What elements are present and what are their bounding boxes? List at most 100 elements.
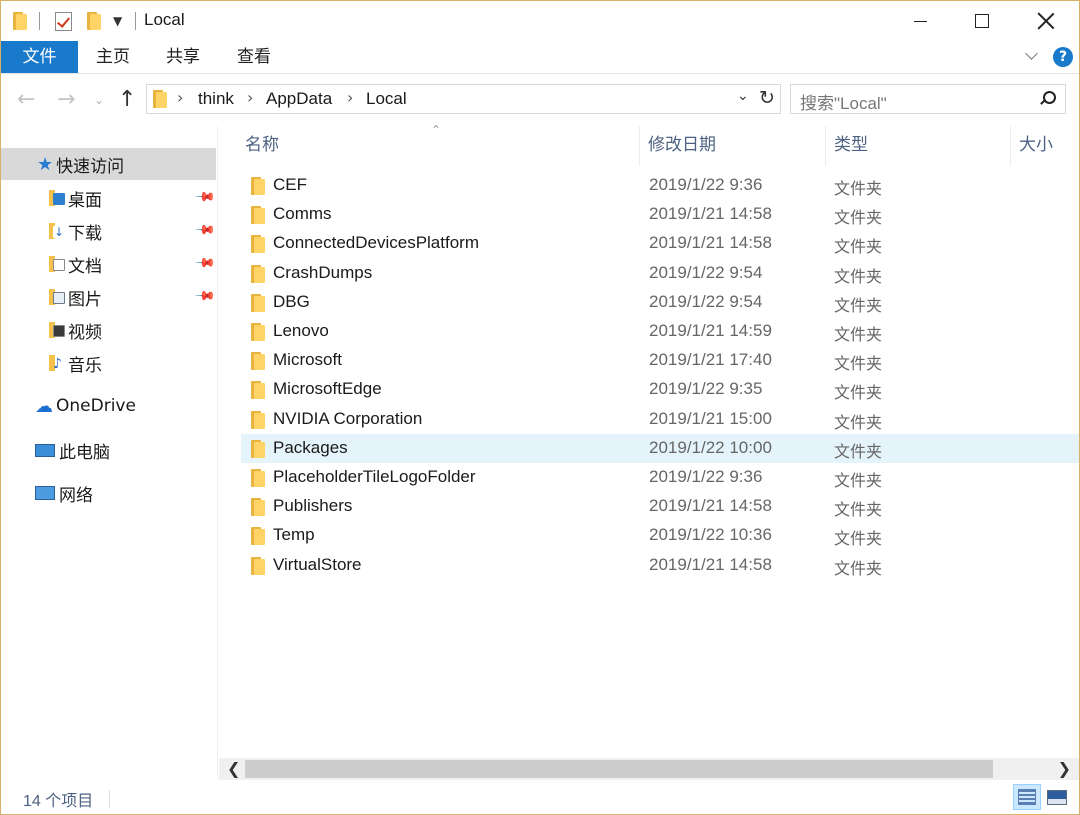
nav-onedrive[interactable]: ☁ OneDrive [1, 390, 216, 422]
table-row[interactable]: PlaceholderTileLogoFolder 2019/1/22 9:36 文… [241, 463, 1079, 492]
breadcrumb-local[interactable]: Local [366, 89, 407, 109]
table-row[interactable]: Microsoft 2019/1/21 17:40 文件夹 [241, 346, 1079, 375]
file-date: 2019/1/22 9:35 [649, 379, 763, 399]
scroll-left-icon[interactable]: ❮ [227, 759, 240, 778]
pin-icon[interactable]: 📌 [194, 186, 216, 208]
address-row: ← → ⌄ ↑ › think › AppData › Local ⌄ ↻ 搜索… [1, 75, 1079, 125]
folder-icon [251, 293, 265, 312]
file-list: ⌃ 名称 修改日期 类型 大小 CEF 2019/1/22 9:36 文件夹 Comm… [219, 123, 1079, 758]
nav-item-desktop[interactable]: 桌面 📌 [1, 182, 216, 214]
folder-icon [251, 527, 265, 546]
file-type: 文件夹 [834, 471, 883, 490]
star-icon: ★ [37, 153, 54, 175]
table-row[interactable]: Packages 2019/1/22 10:00 文件夹 [241, 433, 1079, 463]
breadcrumb-separator-icon[interactable]: › [247, 88, 253, 107]
title-bar: ▼ Local [1, 1, 1079, 41]
address-folder-icon [153, 90, 167, 113]
search-icon[interactable] [1039, 91, 1056, 107]
file-explorer-window: ▼ Local 文件 主页 共享 查看 ? ← → ⌄ ↑ › think › … [0, 0, 1080, 815]
file-name: VirtualStore [273, 554, 362, 574]
table-row[interactable]: VirtualStore 2019/1/21 14:58 文件夹 [241, 551, 1079, 580]
table-row[interactable]: Publishers 2019/1/21 14:58 文件夹 [241, 492, 1079, 521]
recent-locations-chevron-icon[interactable]: ⌄ [94, 93, 104, 107]
folder-icon [251, 206, 265, 225]
pin-icon[interactable]: 📌 [194, 219, 216, 241]
file-date: 2019/1/21 17:40 [649, 350, 772, 370]
table-row[interactable]: MicrosoftEdge 2019/1/22 9:35 文件夹 [241, 375, 1079, 404]
nav-item-downloads[interactable]: ↓ 下载 📌 [1, 215, 216, 247]
maximize-button[interactable] [951, 1, 1013, 41]
nav-this-pc[interactable]: 此电脑 [1, 434, 216, 466]
file-type: 文件夹 [834, 295, 883, 315]
table-row[interactable]: NVIDIA Corporation 2019/1/21 15:00 文件夹 [241, 405, 1079, 434]
refresh-icon[interactable]: ↻ [759, 87, 775, 109]
folder-icon [251, 235, 265, 254]
breadcrumb-separator-icon[interactable]: › [347, 88, 353, 107]
new-folder-icon[interactable] [87, 10, 101, 32]
breadcrumb-separator-icon[interactable]: › [177, 88, 183, 107]
close-button[interactable] [1015, 1, 1077, 41]
nav-quick-access[interactable]: ★ 快速访问 [1, 148, 216, 180]
forward-arrow-icon[interactable]: → [57, 87, 75, 112]
table-row[interactable]: DBG 2019/1/22 9:54 文件夹 [241, 288, 1079, 317]
file-name: DBG [273, 291, 310, 311]
pin-icon[interactable]: 📌 [194, 252, 216, 274]
title-separator [39, 10, 40, 32]
table-row[interactable]: Lenovo 2019/1/21 14:59 文件夹 [241, 317, 1079, 346]
file-name: NVIDIA Corporation [273, 408, 423, 428]
table-row[interactable]: ConnectedDevicesPlatform 2019/1/21 14:58 文… [241, 229, 1079, 258]
large-icons-view-button[interactable] [1043, 784, 1071, 810]
address-history-chevron-icon[interactable]: ⌄ [737, 88, 749, 104]
documents-icon [49, 256, 65, 272]
column-header-name[interactable]: 名称 [237, 126, 640, 166]
scroll-right-icon[interactable]: ❯ [1058, 759, 1071, 778]
horizontal-scrollbar[interactable]: ❮ ❯ [219, 758, 1079, 780]
column-header-type[interactable]: 类型 [826, 126, 1011, 166]
file-type: 文件夹 [834, 441, 883, 461]
scrollbar-thumb[interactable] [245, 760, 993, 778]
table-row[interactable]: CEF 2019/1/22 9:36 文件夹 [241, 171, 1079, 200]
pictures-icon [49, 289, 65, 305]
nav-label: OneDrive [56, 396, 136, 416]
customize-toolbar-icon[interactable]: ▼ [113, 10, 122, 32]
nav-item-pictures[interactable]: 图片 📌 [1, 281, 216, 313]
tab-home[interactable]: 主页 [79, 41, 147, 73]
back-arrow-icon[interactable]: ← [17, 87, 35, 112]
nav-network[interactable]: 网络 [1, 477, 216, 509]
minimize-button[interactable] [889, 1, 951, 41]
folder-icon [13, 10, 27, 32]
table-row[interactable]: Temp 2019/1/22 10:36 文件夹 [241, 521, 1079, 550]
window-title: Local [144, 10, 185, 29]
column-header-date[interactable]: 修改日期 [640, 126, 826, 166]
table-row[interactable]: Comms 2019/1/21 14:58 文件夹 [241, 200, 1079, 229]
up-arrow-icon[interactable]: ↑ [118, 87, 136, 112]
tab-file[interactable]: 文件 [1, 41, 78, 73]
file-date: 2019/1/22 9:54 [649, 291, 763, 311]
minimize-icon [913, 20, 927, 22]
breadcrumb-appdata[interactable]: AppData [266, 89, 332, 109]
nav-item-music[interactable]: ♪ 音乐 [1, 347, 216, 379]
table-row[interactable]: CrashDumps 2019/1/22 9:54 文件夹 [241, 259, 1079, 288]
nav-item-documents[interactable]: 文档 📌 [1, 248, 216, 280]
file-date: 2019/1/21 14:58 [649, 233, 772, 253]
tab-view[interactable]: 查看 [219, 41, 289, 73]
column-header-size[interactable]: 大小 [1011, 126, 1079, 166]
folder-icon [251, 439, 265, 458]
maximize-icon [975, 14, 989, 28]
tab-share[interactable]: 共享 [149, 41, 217, 73]
nav-item-videos[interactable]: 视频 [1, 314, 216, 346]
help-button[interactable]: ? [1053, 47, 1073, 67]
pin-icon[interactable]: 📌 [194, 285, 216, 307]
search-placeholder: 搜索"Local" [800, 94, 887, 113]
properties-icon[interactable] [55, 10, 72, 32]
network-icon [35, 486, 55, 500]
folder-icon [251, 410, 265, 429]
nav-label: 桌面 [68, 190, 102, 211]
file-name: Publishers [273, 496, 353, 516]
details-view-button[interactable] [1013, 784, 1041, 810]
address-bar[interactable]: › think › AppData › Local ⌄ ↻ [146, 84, 781, 114]
breadcrumb-think[interactable]: think [198, 89, 234, 109]
expand-ribbon-chevron-icon[interactable] [1025, 49, 1039, 63]
search-input[interactable]: 搜索"Local" [790, 84, 1066, 114]
file-name: PlaceholderTileLogoFolder [273, 467, 476, 486]
